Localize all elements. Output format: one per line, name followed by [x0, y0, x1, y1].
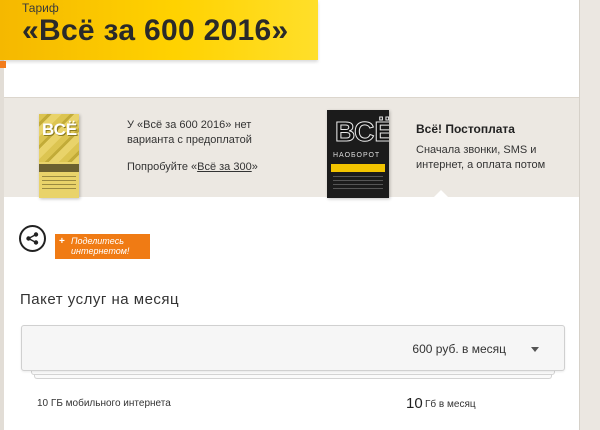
postpaid-pack-band	[331, 164, 385, 172]
content-border	[579, 0, 580, 430]
chevron-down-icon[interactable]	[531, 347, 539, 352]
pack-lines	[42, 176, 76, 190]
tariff-pack-image[interactable]: ВСЁ!	[39, 114, 79, 198]
selected-caret	[432, 190, 450, 199]
tariff-banner: Тариф «Всё за 600 2016»	[0, 0, 318, 60]
postpaid-pack-image[interactable]: ВСЁ НАОБОРОТ	[327, 110, 389, 198]
suggestion-prefix: Попробуйте «	[127, 161, 198, 173]
postpaid-pack-word: ВСЁ	[334, 116, 389, 148]
share-button[interactable]	[19, 225, 46, 252]
pack-band	[39, 164, 79, 172]
share-internet-badge[interactable]: + Поделитесь интернетом!	[55, 234, 150, 259]
suggestion-suffix: »	[251, 161, 258, 173]
postpaid-description: Сначала звонки, SMS и интернет, а оплата…	[416, 144, 546, 171]
page-right-gutter	[580, 0, 600, 430]
tariff-label: Тариф	[22, 1, 59, 15]
pack-word: ВСЁ!	[42, 120, 79, 139]
share-badge-label: Поделитесь интернетом!	[71, 236, 130, 256]
prepaid-note-text: У «Всё за 600 2016» нет варианта с предо…	[127, 119, 252, 146]
row-label: 10 ГБ мобильного интернета	[37, 398, 171, 409]
row-value: 10	[406, 395, 423, 412]
package-title: Пакет услуг на месяц	[20, 291, 180, 308]
plus-icon: +	[59, 236, 65, 247]
postpaid-pack-lines	[333, 176, 383, 190]
price-select-value: 600 руб. в месяц	[412, 342, 506, 356]
postpaid-pack-sub: НАОБОРОТ	[333, 152, 381, 159]
prepaid-note: У «Всё за 600 2016» нет варианта с предо…	[127, 118, 277, 175]
price-select[interactable]: 600 руб. в месяц	[21, 325, 565, 371]
orange-marker	[0, 61, 6, 68]
row-unit: Гб в месяц	[425, 399, 476, 410]
share-icon	[26, 232, 39, 245]
tariff-options-panel: ВСЁ! У «Всё за 600 2016» нет варианта с …	[4, 97, 579, 199]
suggestion-line: Попробуйте «Всё за 300»	[127, 160, 277, 175]
suggestion-link[interactable]: Всё за 300	[197, 161, 252, 173]
postpaid-title[interactable]: Всё! Постоплата	[416, 122, 515, 136]
tariff-title: «Всё за 600 2016»	[22, 14, 289, 47]
